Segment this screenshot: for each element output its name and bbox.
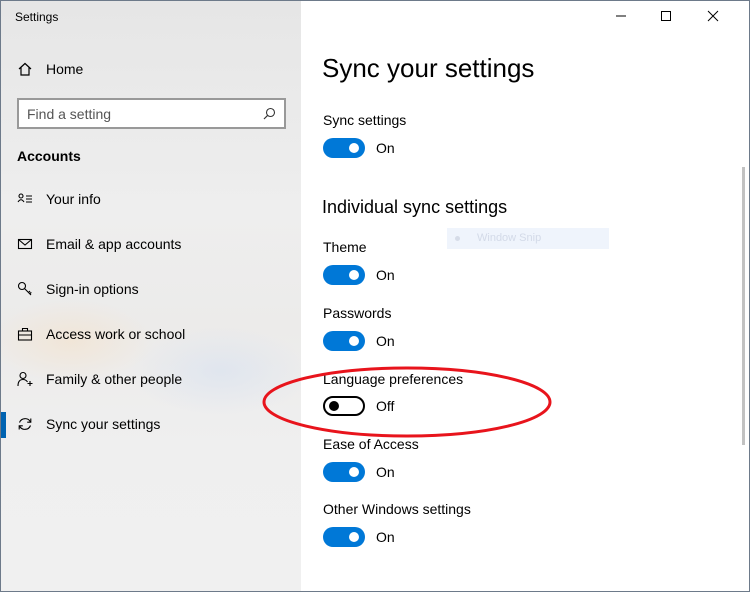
sidebar: Settings Home Accounts Your info Email [1, 1, 301, 591]
sidebar-item-email-accounts[interactable]: Email & app accounts [1, 226, 301, 262]
accounts-section-title: Accounts [17, 148, 81, 164]
theme-toggle[interactable] [323, 265, 365, 285]
sidebar-item-label: Sign-in options [46, 281, 139, 297]
sync-settings-toggle[interactable] [323, 138, 365, 158]
language-preferences-label: Language preferences [323, 371, 464, 387]
sidebar-item-sync-your-settings[interactable]: Sync your settings [1, 406, 301, 442]
search-input[interactable] [27, 105, 257, 123]
home-icon [17, 61, 33, 77]
search-icon[interactable] [263, 107, 276, 120]
app-title: Settings [15, 10, 59, 24]
sidebar-item-label: Family & other people [46, 371, 183, 387]
toggle-knob [349, 336, 359, 346]
toggle-knob [349, 467, 359, 477]
sidebar-item-label: Email & app accounts [46, 236, 182, 252]
briefcase-icon [17, 326, 33, 342]
mail-icon [17, 236, 33, 252]
window-snip-overlay: Window Snip [447, 228, 609, 249]
sidebar-item-access-work-school[interactable]: Access work or school [1, 316, 301, 352]
sidebar-item-label: Your info [46, 191, 101, 207]
language-preferences-toggle[interactable] [323, 396, 365, 416]
key-icon [17, 281, 33, 297]
passwords-state: On [376, 333, 395, 349]
sidebar-item-sign-in-options[interactable]: Sign-in options [1, 271, 301, 307]
sidebar-item-label: Sync your settings [46, 416, 161, 432]
sidebar-item-family-other-people[interactable]: Family & other people [1, 361, 301, 397]
passwords-toggle[interactable] [323, 331, 365, 351]
sync-settings-state: On [376, 140, 395, 156]
passwords-label: Passwords [323, 305, 392, 321]
close-button[interactable] [691, 1, 735, 31]
contact-card-icon [17, 191, 33, 207]
close-icon [707, 10, 719, 22]
other-windows-settings-toggle[interactable] [323, 527, 365, 547]
ease-of-access-toggle[interactable] [323, 462, 365, 482]
window-controls [599, 1, 749, 33]
individual-sync-title: Individual sync settings [322, 197, 508, 217]
search-box[interactable] [17, 98, 286, 129]
language-preferences-state: Off [376, 398, 395, 414]
sidebar-item-your-info[interactable]: Your info [1, 181, 301, 217]
scrollbar[interactable] [742, 167, 745, 445]
minimize-icon [616, 15, 626, 17]
other-windows-settings-state: On [376, 529, 395, 545]
home-label: Home [46, 61, 84, 77]
toggle-knob [349, 143, 359, 153]
toggle-knob [349, 270, 359, 280]
maximize-button[interactable] [644, 1, 688, 31]
snip-text: Window Snip [477, 232, 542, 244]
sync-settings-label: Sync settings [323, 112, 407, 128]
maximize-icon [661, 11, 671, 21]
selected-indicator [1, 412, 6, 438]
settings-window: Settings Home Accounts Your info Email [0, 0, 750, 592]
other-windows-settings-label: Other Windows settings [323, 501, 471, 517]
page-title: Sync your settings [322, 53, 535, 83]
ease-of-access-label: Ease of Access [323, 436, 419, 452]
toggle-knob [329, 401, 339, 411]
minimize-button[interactable] [599, 1, 643, 31]
sidebar-item-label: Access work or school [46, 326, 186, 342]
home-nav-item[interactable]: Home [1, 53, 301, 85]
theme-label: Theme [323, 239, 367, 255]
ease-of-access-state: On [376, 464, 395, 480]
sync-icon [17, 416, 33, 432]
theme-state: On [376, 267, 395, 283]
person-add-icon [17, 371, 33, 387]
toggle-knob [349, 532, 359, 542]
snip-icon [455, 236, 460, 241]
